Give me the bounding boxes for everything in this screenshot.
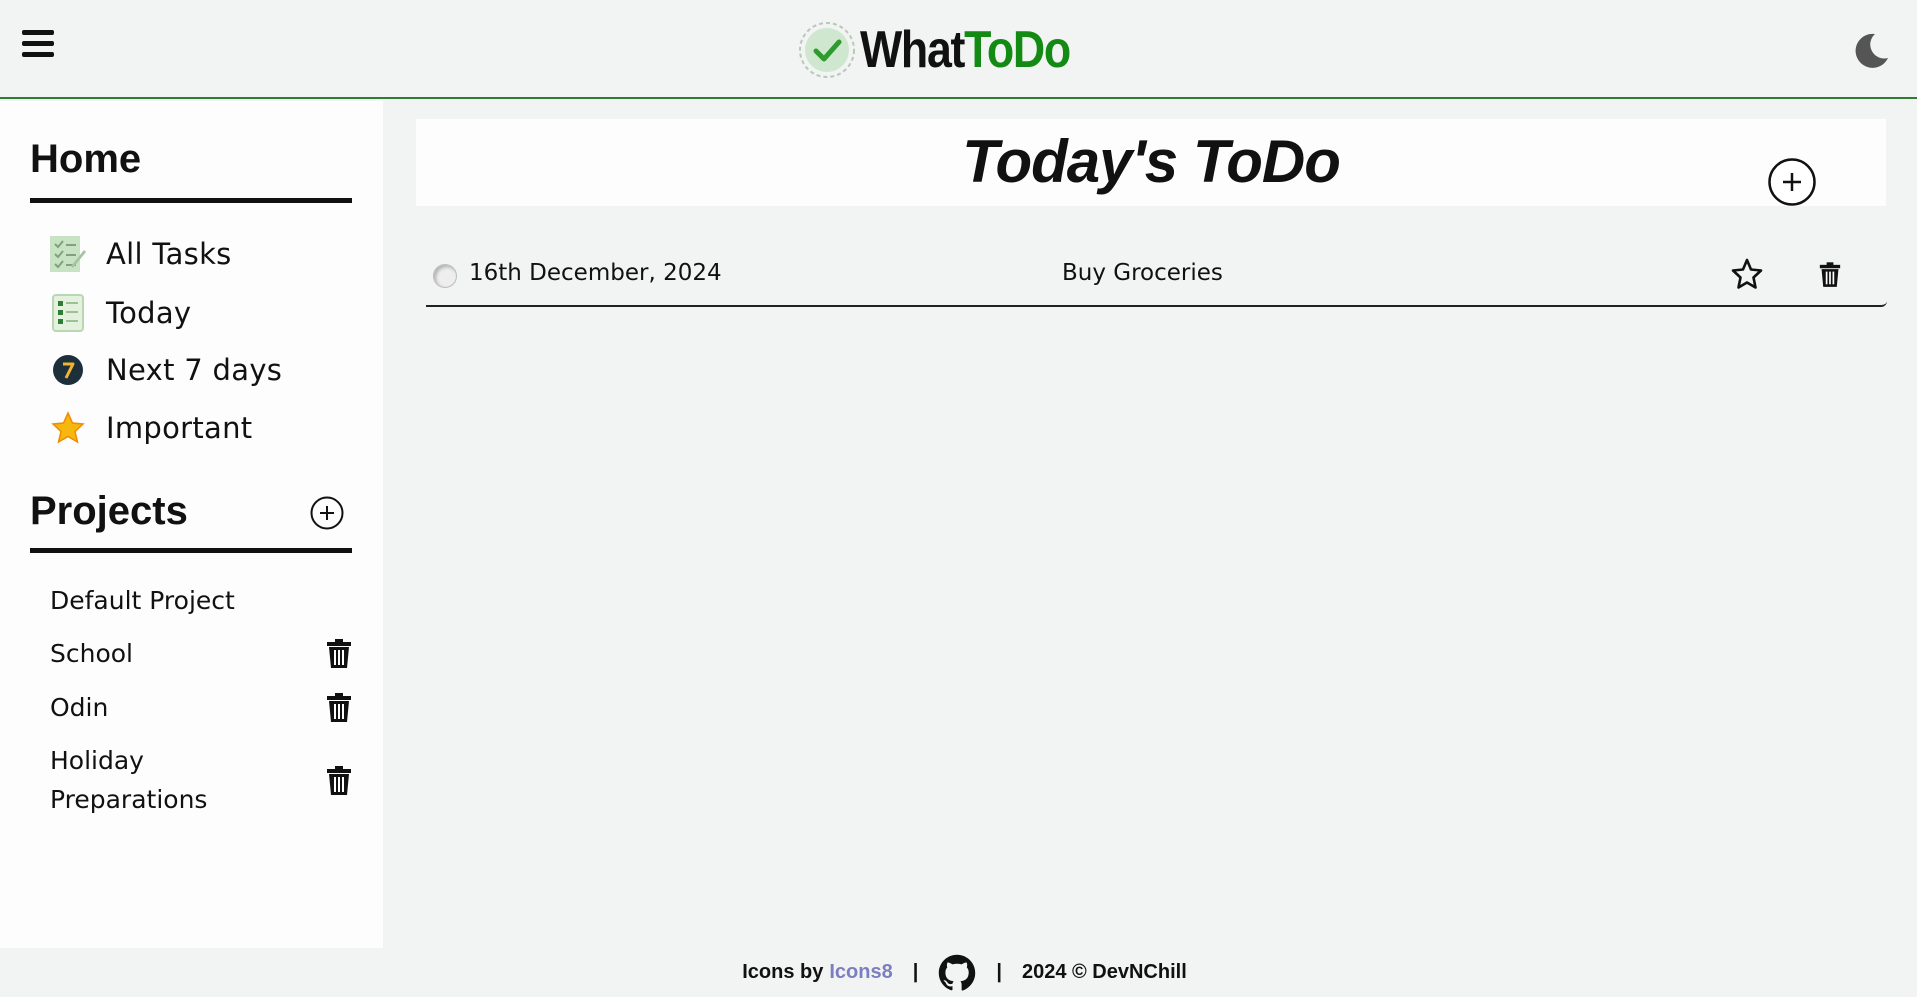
add-task-button[interactable] <box>1768 158 1816 206</box>
star-icon <box>48 408 88 448</box>
trash-icon[interactable] <box>326 766 352 796</box>
projects-section-header: Projects <box>30 491 352 553</box>
footer-separator: | <box>996 961 1002 983</box>
hamburger-icon-bar <box>22 30 54 35</box>
project-label: Default Project <box>50 586 235 615</box>
project-label: Holiday Preparations <box>50 746 208 814</box>
home-section-header: Home <box>30 139 352 203</box>
copyright-text: 2024 © DevNChill <box>1021 961 1187 983</box>
task-title: Buy Groceries <box>1062 260 1223 286</box>
sidebar-item-important[interactable]: Important <box>48 406 252 450</box>
trash-icon[interactable] <box>326 639 352 669</box>
icons8-link[interactable]: Icons8 <box>829 961 892 984</box>
brand-what: What <box>860 21 965 79</box>
sidebar-item-next-7-days[interactable]: Next 7 days <box>48 348 282 392</box>
task-complete-checkbox[interactable] <box>433 264 457 288</box>
hamburger-icon-bar <box>22 41 54 46</box>
projects-title: Projects <box>30 489 188 533</box>
sidebar-item-label: Next 7 days <box>106 353 283 387</box>
task-due-date: 16th December, 2024 <box>469 260 722 286</box>
app-header: WhatToDo <box>0 0 1917 99</box>
sidebar: Home All Tasks Today Next 7 days Importa… <box>0 101 383 948</box>
sidebar-item-all-tasks[interactable]: All Tasks <box>48 232 232 276</box>
project-label: Odin <box>50 693 109 722</box>
project-item-holiday-preparations[interactable]: Holiday Preparations <box>50 741 352 819</box>
sidebar-item-label: Important <box>106 411 253 445</box>
footer-separator: | <box>912 961 919 983</box>
app-logo: WhatToDo <box>798 18 1104 82</box>
task-list-icon <box>48 234 88 274</box>
project-label: School <box>50 639 133 668</box>
brand-todo: ToDo <box>964 21 1071 79</box>
task-row[interactable]: 16th December, 2024 Buy Groceries <box>426 254 1887 307</box>
sidebar-item-label: All Tasks <box>106 237 232 271</box>
github-icon[interactable] <box>938 954 976 992</box>
add-project-button[interactable] <box>310 496 344 530</box>
page-title-bar: Today's ToDo <box>416 119 1886 206</box>
project-item-school[interactable]: School <box>50 634 352 673</box>
checkmark-badge-icon <box>799 22 855 78</box>
checklist-icon <box>48 293 88 333</box>
star-outline-icon[interactable] <box>1730 257 1764 291</box>
hamburger-menu-button[interactable] <box>22 30 54 58</box>
moon-icon[interactable] <box>1848 30 1890 70</box>
trash-icon[interactable] <box>326 693 352 723</box>
seven-badge-icon <box>48 350 88 390</box>
trash-icon[interactable] <box>1819 262 1841 288</box>
sidebar-item-label: Today <box>106 296 192 330</box>
app-brand-name: WhatToDo <box>860 20 1071 80</box>
page-title: Today's ToDo <box>962 128 1341 195</box>
home-title: Home <box>30 137 142 181</box>
project-item-odin[interactable]: Odin <box>50 688 352 727</box>
app-footer: Icons by Icons8 | | 2024 © DevNChill <box>0 948 1917 997</box>
icon-credit-text: Icons by <box>742 961 824 983</box>
sidebar-item-today[interactable]: Today <box>48 291 191 335</box>
hamburger-icon-bar <box>22 52 54 57</box>
project-item-default-project[interactable]: Default Project <box>50 581 352 620</box>
